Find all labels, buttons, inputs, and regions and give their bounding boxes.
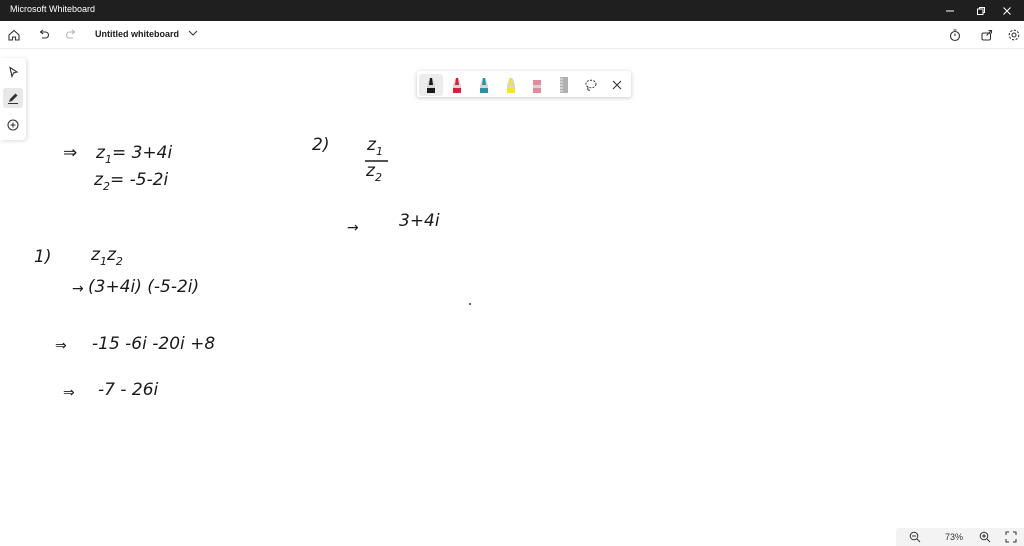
z1-definition: z1= 3+4i [96, 143, 173, 166]
gear-icon [1008, 29, 1020, 41]
part2-label: 2) [312, 135, 330, 155]
part2-step1: 3+4i [399, 211, 440, 231]
part1-z2-sub: 2 [115, 255, 123, 268]
settings-button[interactable] [1004, 25, 1024, 45]
z2-value: = -5-2i [109, 170, 169, 190]
z1-var: z [96, 143, 105, 163]
part2-den-sub: 2 [374, 171, 382, 184]
z1-sub: 1 [104, 153, 112, 166]
home-button[interactable] [4, 25, 24, 45]
part2-den-var: z [366, 161, 375, 181]
part1-step1: (3+4i) (-5-2i) [88, 277, 200, 297]
app-title: Microsoft Whiteboard [10, 4, 96, 14]
minimize-icon [946, 10, 954, 11]
undo-button[interactable] [34, 25, 54, 45]
document-title[interactable]: Untitled whiteboard [95, 29, 179, 39]
part1-step1-arrow: → [72, 281, 84, 297]
part2-num-sub: 1 [375, 145, 383, 158]
part1-step3-arrow: ⇒ [63, 385, 75, 401]
part1-step2: -15 -6i -20i +8 [92, 334, 216, 354]
undo-icon [39, 29, 49, 39]
part2-denominator: z2 [366, 161, 382, 184]
part2-num-var: z [367, 135, 376, 155]
chevron-down-icon[interactable] [186, 26, 200, 40]
zoom-in-icon[interactable] [978, 530, 992, 544]
redo-button[interactable] [61, 25, 81, 45]
part1-z2-var: z [106, 245, 116, 265]
part1-z1-sub: 1 [99, 255, 107, 268]
z2-sub: 2 [102, 180, 110, 193]
close-window-button[interactable] [990, 0, 1024, 21]
implies-symbol: ⇒ [63, 143, 78, 163]
fit-to-screen-icon[interactable] [1004, 530, 1018, 544]
whiteboard-canvas[interactable]: ⇒ z1= 3+4i z2= -5-2i 1) z1z2 → (3+4i) (-… [0, 49, 1024, 529]
share-icon [981, 29, 993, 41]
redo-icon [66, 29, 76, 39]
share-button[interactable] [977, 25, 997, 45]
z1-value: = 3+4i [111, 143, 173, 163]
zoom-out-icon[interactable] [908, 530, 922, 544]
home-icon [8, 29, 20, 41]
part1-z1-var: z [91, 245, 100, 265]
part1-expression: z1z2 [91, 245, 123, 268]
part2-step1-arrow: → [347, 220, 359, 236]
z2-var: z [94, 170, 103, 190]
part2-numerator: z1 [367, 135, 383, 158]
close-icon [1003, 6, 1011, 15]
part1-step3: -7 - 26i [98, 380, 159, 400]
part1-label: 1) [34, 247, 52, 267]
timer-button[interactable] [945, 25, 965, 45]
zoom-level[interactable]: 73% [934, 532, 974, 542]
restore-icon [977, 6, 985, 15]
part1-step2-arrow: ⇒ [55, 338, 67, 354]
timer-icon [949, 29, 961, 42]
z2-definition: z2= -5-2i [94, 170, 169, 193]
zoom-controls: 73% [896, 528, 1024, 546]
title-bar: Microsoft Whiteboard [0, 0, 1024, 21]
app-bar: Untitled whiteboard [0, 21, 1024, 49]
ink-dot [469, 303, 471, 305]
minimize-button[interactable] [933, 0, 967, 21]
